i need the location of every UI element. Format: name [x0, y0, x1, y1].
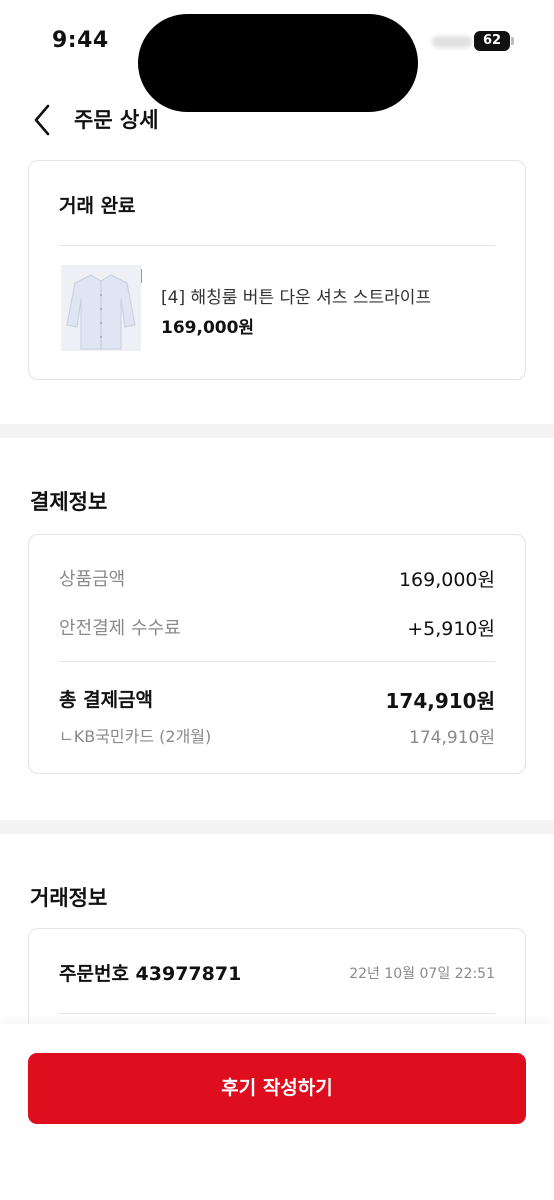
image-marker: [141, 269, 142, 283]
bottom-action-bar: 후기 작성하기: [0, 1024, 554, 1200]
chevron-left-icon[interactable]: [30, 100, 58, 140]
status-bar: 9:44 62: [0, 0, 554, 112]
payment-total-value: 174,910원: [385, 689, 496, 713]
write-review-button[interactable]: 후기 작성하기: [28, 1053, 526, 1124]
section-separator: [0, 820, 554, 834]
order-status-card: 거래 완료 [4] 해칭룸 버튼 다운 셔츠 스트라이프 169,000원: [28, 160, 526, 380]
payment-row-product-amount: 상품금액 169,000원: [59, 565, 495, 591]
payment-section-title: 결제정보: [30, 490, 108, 514]
payment-row-value: +5,910원: [407, 618, 495, 640]
payment-row-label: 상품금액: [59, 569, 126, 590]
divider: [59, 245, 495, 246]
page-title: 주문 상세: [74, 108, 159, 132]
battery-icon: 62: [474, 31, 514, 51]
section-separator: [0, 424, 554, 438]
divider: [59, 661, 495, 662]
status-time: 9:44: [52, 28, 109, 53]
payment-total-row: 총 결제금액 174,910원: [59, 685, 496, 713]
signal-icon: [432, 36, 472, 48]
product-price: 169,000원: [161, 318, 255, 338]
page-header: 주문 상세: [0, 92, 554, 148]
order-number: 주문번호 43977871: [59, 963, 242, 985]
order-status-label: 거래 완료: [59, 195, 136, 217]
payment-method-label: ㄴKB국민카드 (2개월): [59, 727, 212, 746]
trade-section-title: 거래정보: [30, 886, 108, 910]
product-name[interactable]: [4] 해칭룸 버튼 다운 셔츠 스트라이프: [161, 283, 431, 308]
payment-total-label: 총 결제금액: [59, 689, 154, 711]
payment-method-row: ㄴKB국민카드 (2개월) 174,910원: [59, 723, 495, 749]
payment-row-safe-fee: 안전결제 수수료 +5,910원: [59, 614, 495, 640]
payment-card: 상품금액 169,000원 안전결제 수수료 +5,910원 총 결제금액 17…: [28, 534, 526, 774]
divider: [59, 1013, 495, 1014]
battery-level: 62: [482, 33, 502, 48]
shirt-icon: [61, 265, 141, 351]
payment-method-value: 174,910원: [409, 728, 495, 748]
payment-row-value: 169,000원: [398, 569, 495, 591]
payment-row-label: 안전결제 수수료: [59, 618, 181, 639]
product-image[interactable]: [61, 265, 141, 351]
order-date: 22년 10월 07일 22:51: [349, 966, 495, 982]
